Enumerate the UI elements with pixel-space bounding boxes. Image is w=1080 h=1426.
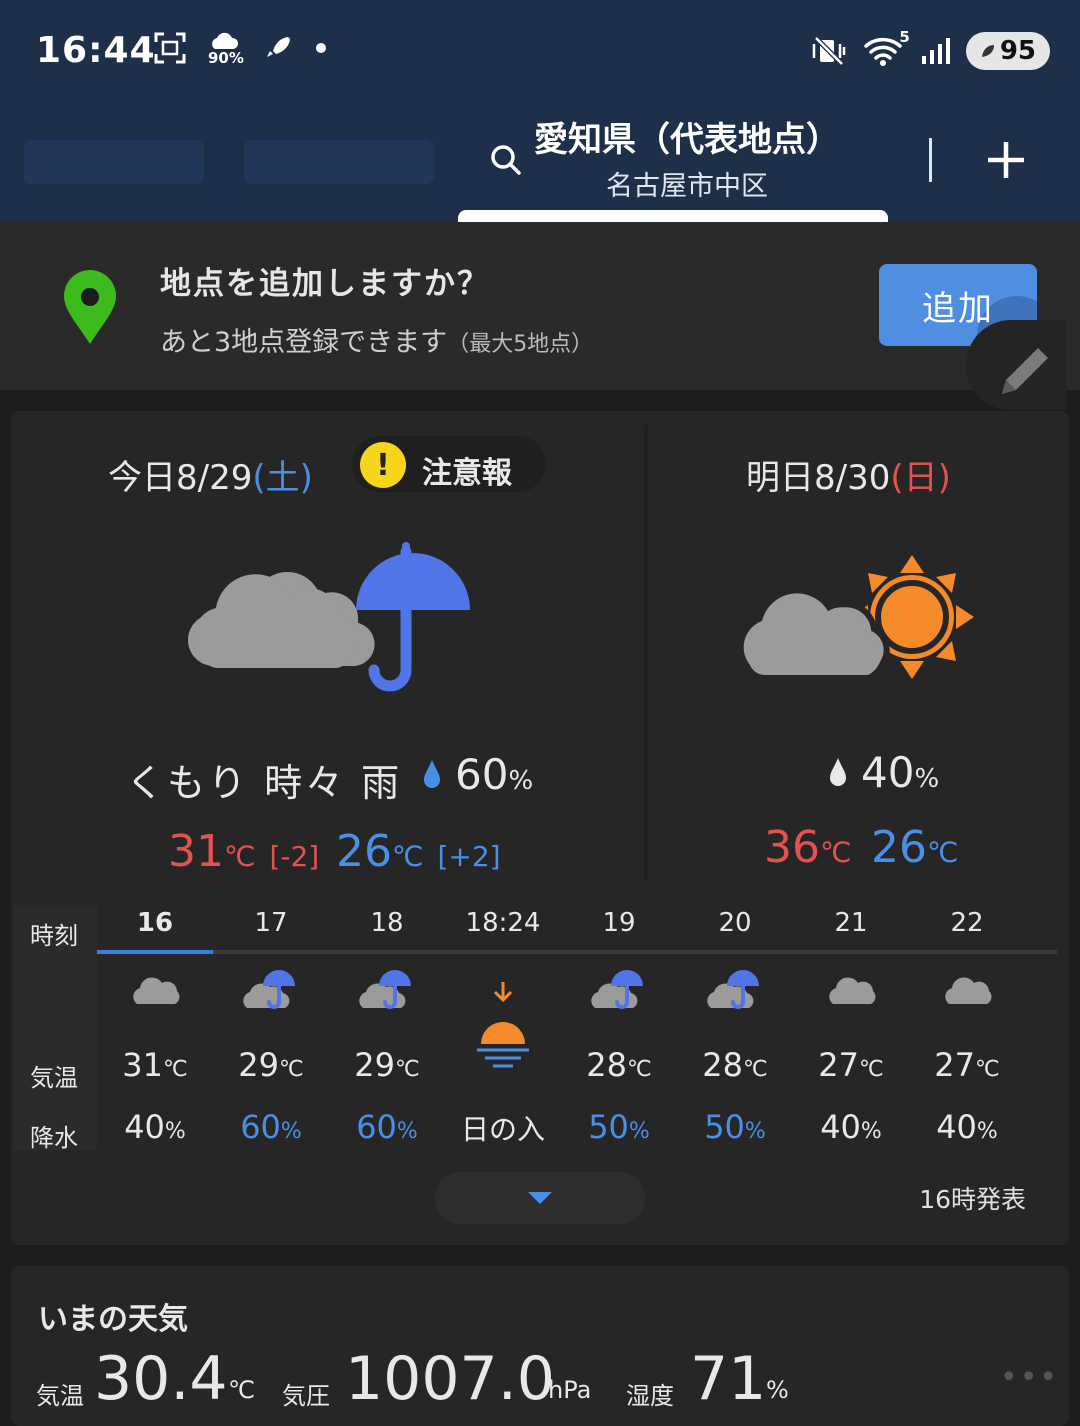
hour-temp: 29℃ xyxy=(238,1046,304,1084)
leaf-icon xyxy=(981,45,994,57)
tomorrow-date: 明日8/30(日) xyxy=(746,458,951,498)
hour-temp: 31℃ xyxy=(122,1046,188,1084)
hour-scroll-track xyxy=(97,950,1057,954)
battery-indicator: 95 xyxy=(965,32,1050,70)
cloud-icon xyxy=(909,968,1025,1018)
location-title[interactable]: 愛知県（代表地点） xyxy=(534,112,840,161)
status-right: 5 95 xyxy=(810,28,1050,70)
day-column-divider xyxy=(644,425,648,880)
screenshot-icon xyxy=(154,32,186,64)
hour-label: 18:24 xyxy=(465,908,541,938)
issued-time: 16時発表 xyxy=(919,1185,1026,1214)
tomorrow-high: 36℃ xyxy=(764,822,852,873)
hour-temp: 28℃ xyxy=(702,1046,768,1084)
active-tab-indicator xyxy=(458,210,888,222)
current-humidity: 71 xyxy=(690,1344,767,1414)
cloud-rain-icon xyxy=(561,968,677,1018)
hour-precip: 60% xyxy=(240,1108,302,1146)
hour-precip: 40% xyxy=(936,1108,998,1146)
location-subtitle[interactable]: 名古屋市中区 xyxy=(606,164,768,203)
hour-precip: 50% xyxy=(588,1108,650,1146)
hour-label: 18 xyxy=(370,908,404,938)
warning-icon: ! xyxy=(360,442,406,488)
label-time: 時刻 xyxy=(30,922,78,950)
hour-precip: 40% xyxy=(820,1108,882,1146)
cloud-rain-icon xyxy=(213,968,329,1018)
rocket-icon xyxy=(266,37,290,57)
cloud-sun-icon xyxy=(743,555,974,679)
cloud-rain-icon xyxy=(677,968,793,1018)
current-pressure: 1007.0 xyxy=(345,1344,555,1414)
current-pressure-label: 気圧 xyxy=(282,1382,330,1410)
cloud-rain-icon xyxy=(329,968,445,1018)
dot-icon xyxy=(315,43,326,53)
hour-label: 17 xyxy=(254,908,288,938)
search-icon[interactable] xyxy=(488,142,524,178)
cloud-icon xyxy=(793,968,909,1018)
current-humidity-unit: % xyxy=(766,1376,789,1404)
current-weather-title: いまの天気 xyxy=(38,1302,188,1337)
mute-vibrate-icon xyxy=(812,36,846,66)
tomorrow-precip-prob: 40% xyxy=(861,748,940,797)
banner-subtitle: あと3地点登録できます（最大5地点） xyxy=(160,327,594,358)
status-icons: 90% xyxy=(152,30,328,66)
label-precip: 降水 xyxy=(30,1124,78,1152)
rain-status-icon: 90% xyxy=(208,31,244,66)
today-condition: くもり 時々 雨 xyxy=(126,761,403,805)
today-low: 26℃ [+2] xyxy=(336,826,501,877)
hour-precip: 50% xyxy=(704,1108,766,1146)
wifi-icon: 5 xyxy=(862,28,910,68)
drop-icon xyxy=(830,758,846,786)
header-divider xyxy=(929,138,932,182)
hour-label: 19 xyxy=(602,908,636,938)
chevron-down-icon[interactable] xyxy=(527,1190,553,1206)
warning-label: 注意報 xyxy=(422,456,512,491)
status-time: 16:44 xyxy=(36,30,156,71)
current-pressure-unit: hPa xyxy=(548,1376,592,1404)
hour-label: 21 xyxy=(834,908,868,938)
cloud-rain-icon xyxy=(180,542,470,692)
hour-label: 20 xyxy=(718,908,752,938)
sunset-icon xyxy=(445,978,561,1078)
banner-title: 地点を追加しますか？ xyxy=(160,266,490,302)
blurred-tab[interactable] xyxy=(244,140,434,184)
today-date: 今日8/29(土) xyxy=(108,458,313,498)
current-temp-label: 気温 xyxy=(36,1382,84,1410)
hour-label: 16 xyxy=(136,908,174,938)
label-temp: 気温 xyxy=(30,1064,78,1092)
cloud-icon xyxy=(97,968,213,1018)
signal-icon xyxy=(921,38,950,64)
pencil-icon[interactable] xyxy=(994,340,1056,402)
hour-temp: 27℃ xyxy=(934,1046,1000,1084)
hour-precip: 60% xyxy=(356,1108,418,1146)
hour-temp: 28℃ xyxy=(586,1046,652,1084)
blurred-tab[interactable] xyxy=(24,140,204,184)
hour-precip: 40% xyxy=(124,1108,186,1146)
current-humidity-label: 湿度 xyxy=(626,1382,674,1410)
current-hour-indicator xyxy=(97,950,213,954)
add-location-icon[interactable] xyxy=(986,140,1026,180)
drop-icon xyxy=(424,760,440,788)
hour-precip: 日の入 xyxy=(460,1113,545,1146)
hour-label: 22 xyxy=(950,908,984,938)
current-temp-unit: ℃ xyxy=(228,1376,255,1404)
today-precip-prob: 60% xyxy=(455,750,534,799)
tomorrow-low: 26℃ xyxy=(871,822,959,873)
more-icon[interactable]: ••• xyxy=(1000,1360,1059,1395)
today-high: 31℃ [-2] xyxy=(168,826,320,877)
current-temp: 30.4 xyxy=(94,1344,228,1414)
location-pin-icon xyxy=(64,270,116,344)
hour-temp: 29℃ xyxy=(354,1046,420,1084)
hour-temp: 27℃ xyxy=(818,1046,884,1084)
